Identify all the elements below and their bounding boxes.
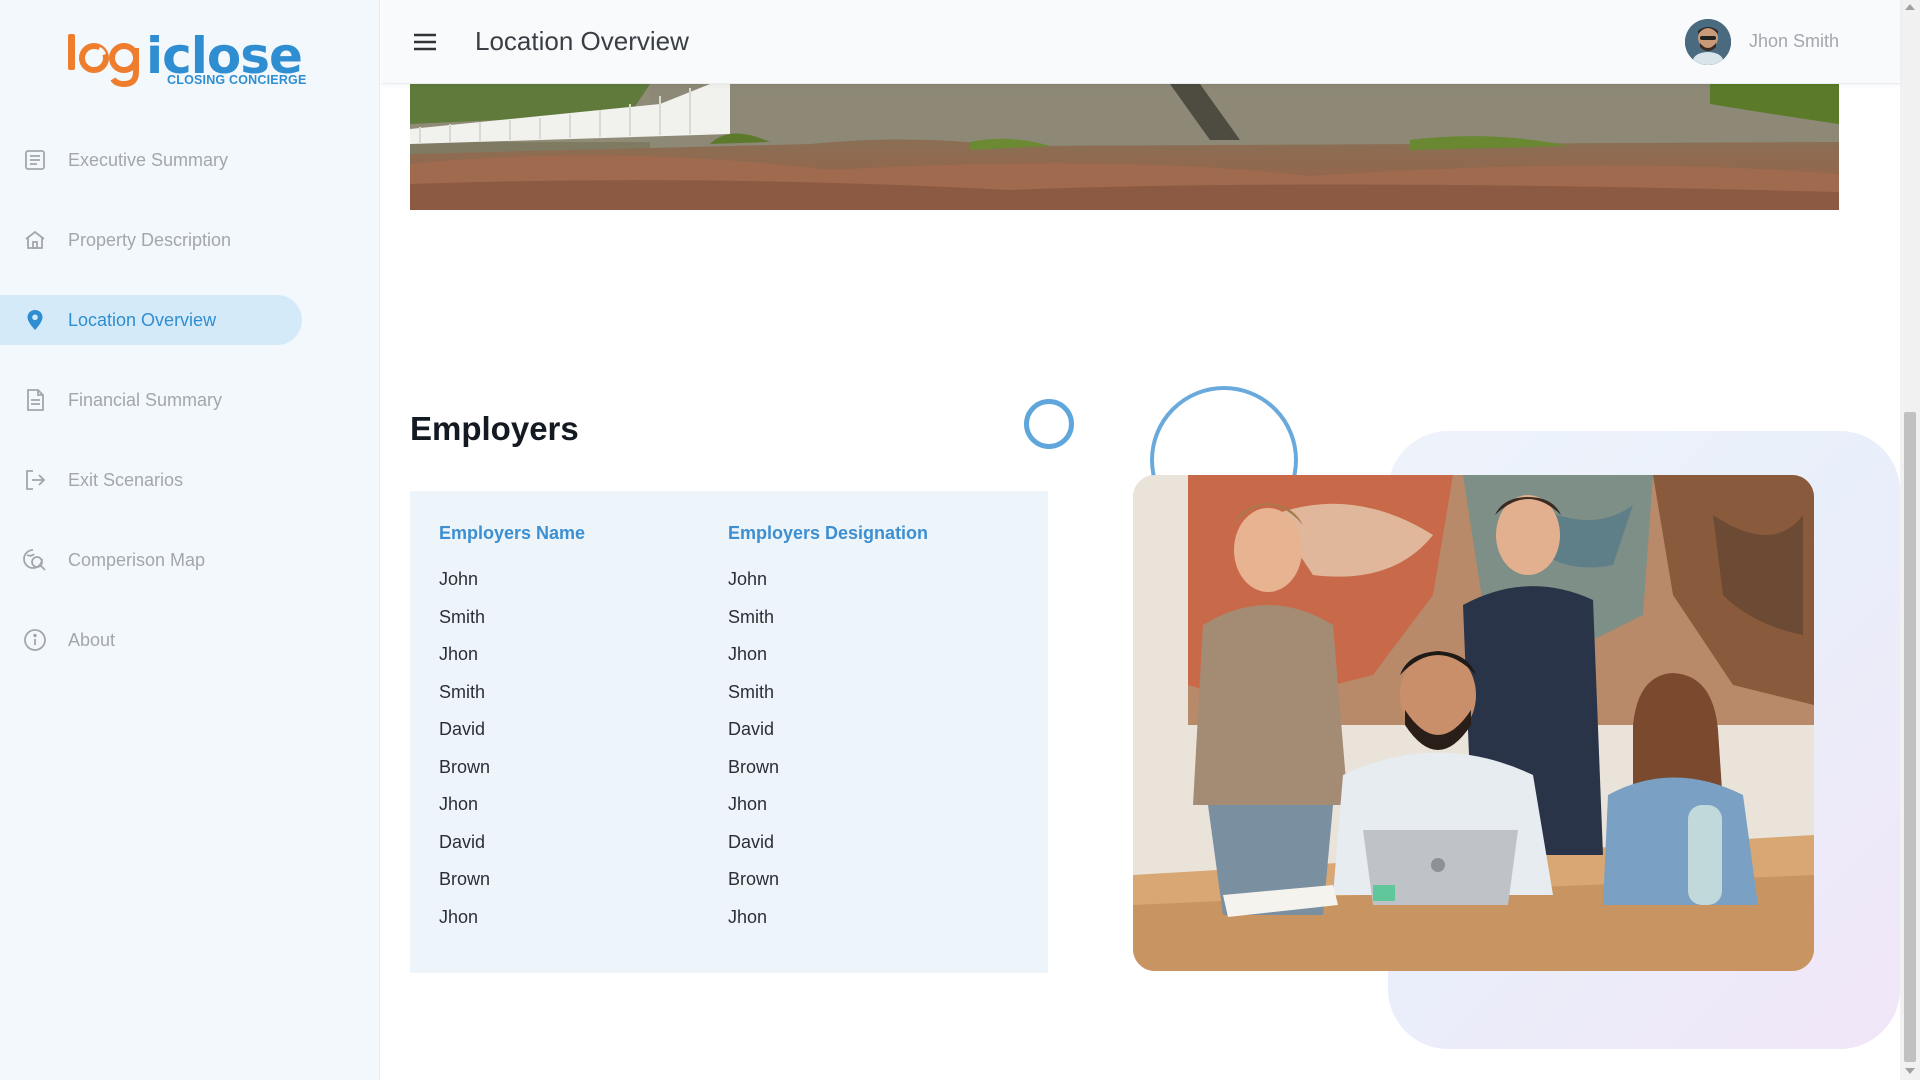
sidebar-item-exit-scenarios[interactable]: Exit Scenarios [0, 455, 302, 505]
list-item: Smith [728, 606, 775, 627]
top-header: Location Overview Jhon Smith [381, 0, 1900, 84]
employers-table: Employers Name Employers Designation Joh… [410, 491, 1048, 973]
map-search-icon [22, 547, 48, 573]
list-item: John [728, 569, 768, 589]
avatar[interactable] [1685, 19, 1731, 65]
scroll-down-arrow-icon[interactable] [1905, 1068, 1915, 1074]
logo-tagline: CLOSING CONCIERGE [167, 73, 307, 87]
list-item: Brown [439, 756, 491, 777]
home-icon [22, 227, 48, 253]
info-icon [22, 627, 48, 653]
document-icon [22, 147, 48, 173]
column-header-name: Employers Name [439, 523, 586, 543]
list-item: David [728, 831, 775, 852]
sidebar-item-location-overview[interactable]: Location Overview [0, 295, 302, 345]
list-item: Jhon [728, 644, 768, 664]
sidebar-item-comperison-map[interactable]: Comperison Map [0, 535, 302, 585]
exit-icon [22, 467, 48, 493]
sidebar-item-financial-summary[interactable]: Financial Summary [0, 375, 302, 425]
sidebar-nav: Executive Summary Property Description L… [0, 135, 380, 695]
location-pin-icon [22, 307, 48, 333]
list-item: David [439, 831, 486, 852]
page-title: Location Overview [475, 26, 689, 56]
employers-title: Employers [410, 410, 579, 447]
sidebar-item-label: Financial Summary [68, 389, 223, 410]
sidebar: iclose CLOSING CONCIERGE Executive Summa… [0, 0, 380, 1080]
scroll-up-arrow-icon[interactable] [1905, 4, 1915, 10]
sidebar-item-label: Executive Summary [68, 149, 229, 170]
user-name[interactable]: Jhon Smith [1749, 31, 1839, 52]
sidebar-item-executive-summary[interactable]: Executive Summary [0, 135, 302, 185]
vertical-scrollbar[interactable] [1900, 0, 1920, 1080]
employers-name-list: John Smith Jhon Smith David Brown Jhon D… [439, 569, 490, 944]
list-item: Brown [439, 869, 491, 889]
team-photo [1133, 475, 1814, 971]
list-item: Smith [728, 681, 775, 702]
list-item: Smith [439, 606, 486, 627]
sidebar-item-about[interactable]: About [0, 615, 302, 665]
sidebar-item-label: Location Overview [68, 309, 217, 330]
document-lines-icon [22, 387, 48, 413]
list-item: Smith [439, 681, 486, 702]
column-header-designation: Employers Designation [728, 523, 929, 543]
list-item: Jhon [728, 794, 768, 814]
sidebar-item-label: Property Description [68, 229, 232, 250]
decorative-ring [1024, 399, 1074, 449]
list-item: Brown [728, 869, 780, 889]
list-item: Jhon [728, 906, 768, 927]
sidebar-item-label: About [68, 629, 116, 650]
list-item: Jhon [439, 794, 479, 814]
list-item: David [728, 719, 775, 739]
sidebar-item-property-description[interactable]: Property Description [0, 215, 302, 265]
location-banner-image [410, 84, 1839, 210]
employers-designation-list: John Smith Jhon Smith David Brown Jhon D… [728, 569, 779, 944]
list-item: David [439, 719, 486, 739]
list-item: Jhon [439, 906, 479, 927]
scrollbar-thumb[interactable] [1904, 412, 1916, 1062]
list-item: Jhon [439, 644, 479, 664]
list-item: Brown [728, 756, 780, 777]
list-item: John [439, 569, 479, 589]
sidebar-item-label: Comperison Map [68, 549, 206, 570]
logo[interactable]: iclose CLOSING CONCIERGE [66, 28, 316, 90]
hamburger-menu-icon[interactable] [411, 28, 439, 56]
sidebar-item-label: Exit Scenarios [68, 469, 184, 490]
